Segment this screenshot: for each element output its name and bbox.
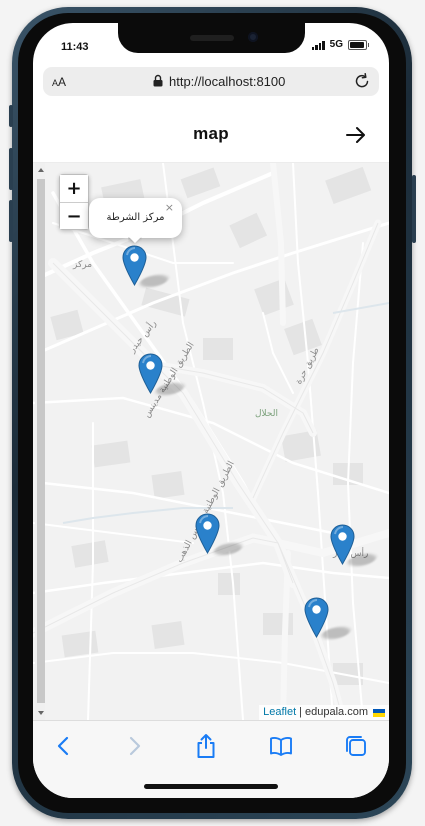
- ukraine-flag-icon: [373, 708, 385, 717]
- front-camera: [248, 32, 258, 42]
- forward-icon[interactable]: [121, 733, 147, 759]
- map-pin-icon: [304, 597, 329, 638]
- map-pin-icon: [195, 513, 220, 554]
- battery-icon: [348, 39, 369, 50]
- share-icon[interactable]: [193, 733, 219, 759]
- scroll-thumb[interactable]: [37, 179, 45, 703]
- signal-icon: [311, 40, 325, 50]
- network-type: 5G: [329, 39, 343, 50]
- status-indicators: 5G: [311, 39, 369, 50]
- map-marker[interactable]: [330, 524, 355, 565]
- map-attribution: Leaflet | edupala.com: [259, 705, 389, 720]
- app-header: map: [33, 106, 389, 163]
- earpiece: [190, 35, 234, 41]
- address-bar[interactable]: AA http://localhost:8100: [43, 67, 379, 96]
- map-marker[interactable]: [195, 513, 220, 554]
- popup-close-button[interactable]: ×: [165, 201, 174, 214]
- attribution-source: edupala.com: [305, 706, 368, 718]
- zoom-in-button[interactable]: +: [60, 175, 88, 202]
- back-icon[interactable]: [51, 733, 77, 759]
- arrow-right-icon[interactable]: [345, 124, 367, 146]
- leaflet-link[interactable]: Leaflet: [263, 705, 296, 720]
- attribution-separator: |: [299, 706, 302, 718]
- phone-mute-switch: [9, 105, 13, 127]
- notch: [118, 23, 305, 53]
- status-time: 11:43: [61, 41, 89, 53]
- url-text[interactable]: http://localhost:8100: [169, 74, 285, 89]
- tabs-icon[interactable]: [343, 733, 369, 759]
- scroll-down-arrow-icon[interactable]: [38, 711, 44, 715]
- phone-volume-down: [9, 200, 13, 242]
- map-pin-icon: [330, 524, 355, 565]
- street-label: مركز: [72, 260, 92, 270]
- bookmarks-icon[interactable]: [268, 733, 294, 759]
- page-title: map: [193, 124, 229, 143]
- popup-tip: [128, 237, 142, 246]
- marker-popup: مركز الشرطة ×: [89, 198, 182, 238]
- map-pin-icon: [122, 245, 147, 286]
- zoom-control: + −: [59, 174, 89, 230]
- reload-icon[interactable]: [353, 72, 371, 90]
- map-marker-police-station[interactable]: [122, 245, 147, 286]
- street-label: الحلال: [255, 409, 278, 419]
- scroll-up-arrow-icon[interactable]: [38, 168, 44, 172]
- map-marker[interactable]: [138, 353, 163, 394]
- map-pin-icon: [138, 353, 163, 394]
- map-view[interactable]: طريق حرة الحلال الطريق الوطنية مدينس الط…: [33, 163, 389, 720]
- map-marker[interactable]: [304, 597, 329, 638]
- phone-screen: 11:43 5G AA http://localhost:8100 map طر…: [33, 23, 389, 798]
- phone-volume-up: [9, 148, 13, 190]
- phone-power-button: [412, 175, 416, 243]
- text-size-button[interactable]: AA: [52, 75, 66, 89]
- zoom-out-button[interactable]: −: [60, 202, 88, 229]
- home-indicator[interactable]: [144, 784, 278, 789]
- map-scrollbar[interactable]: [35, 163, 45, 720]
- lock-icon: [153, 74, 163, 87]
